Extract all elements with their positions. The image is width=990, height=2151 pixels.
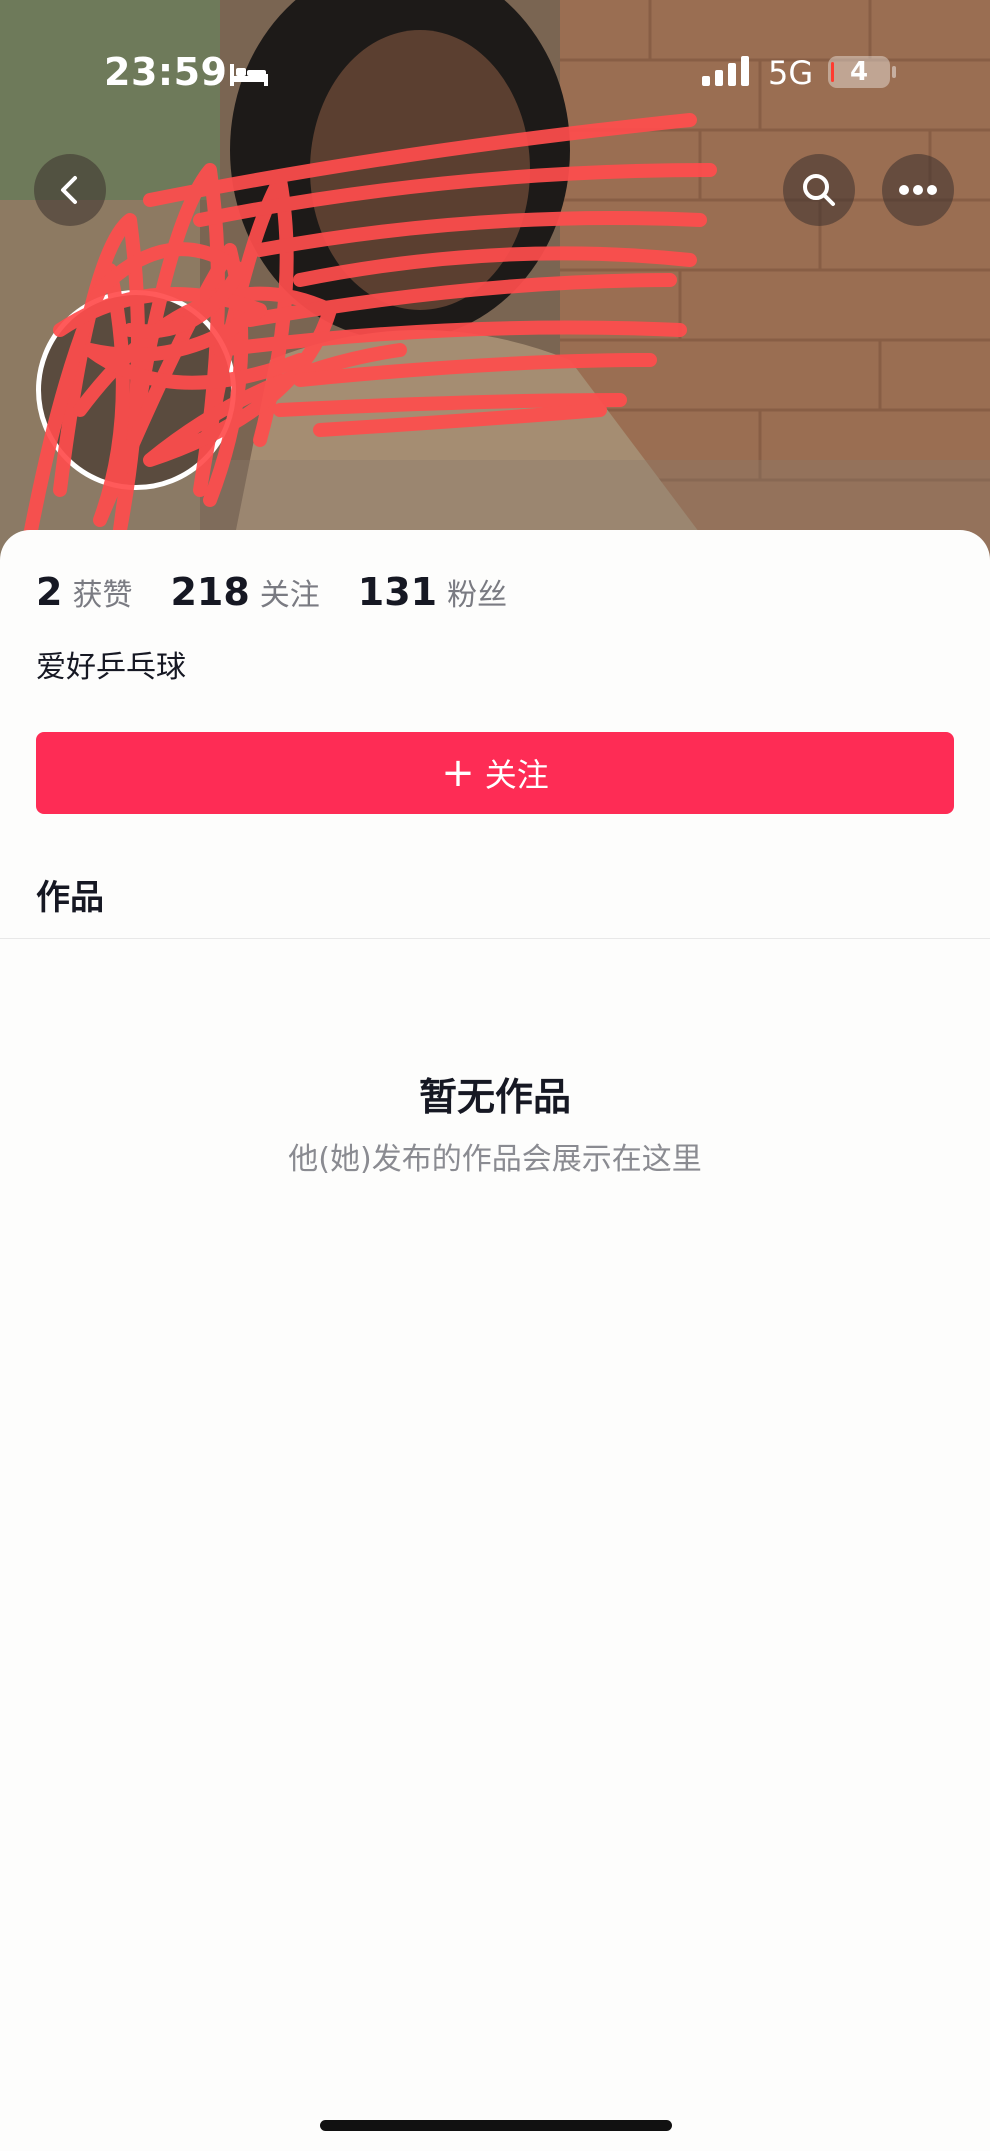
followers-label: 粉丝 bbox=[447, 578, 508, 613]
follow-label: 关注 bbox=[484, 756, 549, 794]
network-label: 5G bbox=[768, 54, 814, 92]
status-time: 23:59 bbox=[104, 50, 228, 94]
profile-cover: 23:59 5G 4 bbox=[0, 0, 990, 560]
following-count: 218 bbox=[170, 570, 250, 614]
profile-bio: 爱好乒乓球 bbox=[36, 650, 186, 685]
profile-stats: 2 获赞 218 关注 131 粉丝 bbox=[36, 570, 545, 614]
empty-state-subtitle: 他(她)发布的作品会展示在这里 bbox=[288, 1142, 702, 1177]
more-button[interactable] bbox=[882, 154, 954, 226]
empty-state-title: 暂无作品 bbox=[418, 1075, 571, 1119]
battery-level: 4 bbox=[849, 57, 869, 87]
following-label: 关注 bbox=[259, 578, 320, 613]
followers-count: 131 bbox=[357, 570, 438, 614]
battery-icon: 4 bbox=[828, 56, 890, 88]
home-indicator[interactable] bbox=[320, 2120, 672, 2131]
status-bar: 23:59 5G 4 bbox=[0, 0, 990, 140]
stat-following[interactable]: 218 关注 bbox=[170, 570, 319, 614]
more-icon bbox=[899, 185, 937, 195]
stat-likes[interactable]: 2 获赞 bbox=[36, 570, 132, 614]
likes-label: 获赞 bbox=[72, 578, 133, 613]
tab-works[interactable]: 作品 bbox=[36, 870, 104, 919]
profile-panel: 2 获赞 218 关注 131 粉丝 爱好乒乓球 + 关注 作品 暂无作品 他(… bbox=[0, 530, 990, 2151]
plus-icon: + bbox=[441, 750, 475, 796]
sleep-bed-icon bbox=[230, 64, 268, 86]
back-icon bbox=[61, 176, 77, 204]
back-button[interactable] bbox=[34, 154, 106, 226]
search-button[interactable] bbox=[783, 154, 855, 226]
tab-divider bbox=[0, 938, 990, 939]
follow-button[interactable]: + 关注 bbox=[36, 732, 954, 814]
search-icon bbox=[803, 174, 835, 206]
cellular-signal-icon bbox=[702, 56, 749, 86]
likes-count: 2 bbox=[36, 570, 63, 614]
stat-followers[interactable]: 131 粉丝 bbox=[358, 570, 507, 614]
redaction-scribble bbox=[18, 113, 717, 560]
